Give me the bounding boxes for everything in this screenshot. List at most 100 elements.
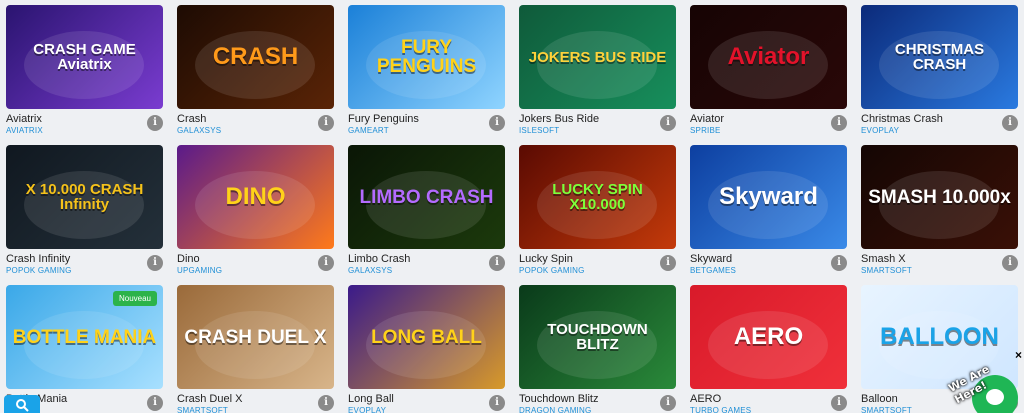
- game-provider[interactable]: ISLESOFT: [519, 126, 559, 135]
- game-card[interactable]: TOUCHDOWN BLITZ Touchdown Blitz DRAGON GAM…: [519, 285, 676, 413]
- info-icon[interactable]: i: [489, 395, 505, 411]
- info-icon[interactable]: i: [318, 115, 334, 131]
- game-name[interactable]: Touchdown Blitz: [519, 393, 599, 405]
- game-card[interactable]: SMASH 10.000x Smash X SMARTSOFT i: [861, 145, 1018, 285]
- game-provider[interactable]: SMARTSOFT: [177, 406, 228, 413]
- game-art-title: TOUCHDOWN BLITZ: [547, 321, 648, 353]
- game-meta: Aviatrix AVIATRIX i: [6, 109, 163, 139]
- game-thumbnail[interactable]: BOTTLE MANIA Nouveau: [6, 285, 163, 389]
- game-thumbnail[interactable]: CRASH: [177, 5, 334, 109]
- info-icon[interactable]: i: [660, 395, 676, 411]
- game-name[interactable]: Limbo Crash: [348, 253, 410, 265]
- info-icon[interactable]: i: [660, 255, 676, 271]
- game-thumbnail[interactable]: LIMBO CRASH: [348, 145, 505, 249]
- game-thumbnail[interactable]: JOKERS BUS RIDE: [519, 5, 676, 109]
- game-art-title: BOTTLE MANIA: [12, 326, 157, 348]
- info-icon[interactable]: i: [831, 255, 847, 271]
- game-meta: Lucky Spin POPOK GAMING i: [519, 249, 676, 279]
- game-card[interactable]: Skyward Skyward BETGAMES i: [690, 145, 847, 285]
- game-name[interactable]: Smash X: [861, 253, 906, 265]
- game-card[interactable]: LUCKY SPIN X10.000 Lucky Spin POPOK GAMING…: [519, 145, 676, 285]
- game-card[interactable]: CRASH DUEL X Crash Duel X SMARTSOFT i: [177, 285, 334, 413]
- game-name[interactable]: Long Ball: [348, 393, 394, 405]
- search-icon: [16, 399, 29, 412]
- game-card[interactable]: LONG BALL Long Ball EVOPLAY i: [348, 285, 505, 413]
- game-art-title: LONG BALL: [371, 326, 482, 348]
- game-name[interactable]: AERO: [690, 393, 721, 405]
- game-name[interactable]: Crash Duel X: [177, 393, 242, 405]
- game-thumbnail[interactable]: CRASH DUEL X: [177, 285, 334, 389]
- info-icon[interactable]: i: [147, 255, 163, 271]
- info-icon[interactable]: i: [489, 255, 505, 271]
- game-thumbnail[interactable]: SMASH 10.000x: [861, 145, 1018, 249]
- info-icon[interactable]: i: [318, 395, 334, 411]
- game-thumbnail[interactable]: Aviator: [690, 5, 847, 109]
- game-provider[interactable]: GALAXSYS: [177, 126, 221, 135]
- game-thumbnail[interactable]: TOUCHDOWN BLITZ: [519, 285, 676, 389]
- chat-widget[interactable]: × We Are Here!: [940, 348, 1024, 413]
- game-provider[interactable]: AVIATRIX: [6, 126, 43, 135]
- info-icon[interactable]: i: [147, 115, 163, 131]
- info-icon[interactable]: i: [489, 115, 505, 131]
- game-card[interactable]: CRASH GAME Aviatrix Aviatrix AVIATRIX i: [6, 5, 163, 145]
- game-provider[interactable]: UPGAMING: [177, 266, 222, 275]
- game-card[interactable]: LIMBO CRASH Limbo Crash GALAXSYS i: [348, 145, 505, 285]
- game-name[interactable]: Aviator: [690, 113, 724, 125]
- game-provider[interactable]: DRAGON GAMING: [519, 406, 591, 413]
- game-name[interactable]: Fury Penguins: [348, 113, 419, 125]
- game-art-title: CRASH DUEL X: [184, 326, 327, 348]
- game-art-title: LIMBO CRASH: [359, 186, 494, 208]
- game-name[interactable]: Crash Infinity: [6, 253, 70, 265]
- game-provider[interactable]: SMARTSOFT: [861, 266, 912, 275]
- game-thumbnail[interactable]: CRASH GAME Aviatrix: [6, 5, 163, 109]
- game-provider[interactable]: TURBO GAMES: [690, 406, 751, 413]
- game-card[interactable]: CHRISTMAS CRASH Christmas Crash EVOPLAY i: [861, 5, 1018, 145]
- game-thumbnail[interactable]: FURY PENGUINS: [348, 5, 505, 109]
- game-art-title: CHRISTMAS CRASH: [894, 41, 985, 73]
- game-card[interactable]: CRASH Crash GALAXSYS i: [177, 5, 334, 145]
- game-name[interactable]: Jokers Bus Ride: [519, 113, 599, 125]
- game-card[interactable]: Aviator Aviator SPRIBE i: [690, 5, 847, 145]
- game-card[interactable]: DINO Dino UPGAMING i: [177, 145, 334, 285]
- info-icon[interactable]: i: [318, 255, 334, 271]
- game-name[interactable]: Aviatrix: [6, 113, 42, 125]
- game-thumbnail[interactable]: Skyward: [690, 145, 847, 249]
- game-name[interactable]: Lucky Spin: [519, 253, 573, 265]
- game-provider[interactable]: GALAXSYS: [348, 266, 392, 275]
- game-row-3: BOTTLE MANIANouveauBottle Maniai CRASH D…: [6, 285, 1024, 413]
- game-card[interactable]: X 10.000 CRASH Infinity Crash Infinity POP…: [6, 145, 163, 285]
- info-icon[interactable]: i: [660, 115, 676, 131]
- game-meta: Long Ball EVOPLAY i: [348, 389, 505, 413]
- game-name[interactable]: Skyward: [690, 253, 732, 265]
- game-thumbnail[interactable]: LONG BALL: [348, 285, 505, 389]
- search-button[interactable]: [4, 395, 40, 413]
- info-icon[interactable]: i: [831, 395, 847, 411]
- game-thumbnail[interactable]: X 10.000 CRASH Infinity: [6, 145, 163, 249]
- game-art-title: JOKERS BUS RIDE: [528, 48, 667, 66]
- game-provider[interactable]: EVOPLAY: [861, 126, 899, 135]
- info-icon[interactable]: i: [831, 115, 847, 131]
- game-name[interactable]: Dino: [177, 253, 200, 265]
- info-icon[interactable]: i: [1002, 115, 1018, 131]
- game-provider[interactable]: POPOK GAMING: [6, 266, 72, 275]
- game-provider[interactable]: SMARTSOFT: [861, 406, 912, 413]
- info-icon[interactable]: i: [147, 395, 163, 411]
- game-provider[interactable]: BETGAMES: [690, 266, 736, 275]
- game-name[interactable]: Christmas Crash: [861, 113, 943, 125]
- game-provider[interactable]: POPOK GAMING: [519, 266, 585, 275]
- game-art-title: CRASH: [212, 43, 299, 70]
- game-thumbnail[interactable]: CHRISTMAS CRASH: [861, 5, 1018, 109]
- game-name[interactable]: Crash: [177, 113, 206, 125]
- game-thumbnail[interactable]: DINO: [177, 145, 334, 249]
- game-name[interactable]: Balloon: [861, 393, 898, 405]
- game-provider[interactable]: GAMEART: [348, 126, 389, 135]
- game-provider[interactable]: SPRIBE: [690, 126, 721, 135]
- game-card[interactable]: JOKERS BUS RIDE Jokers Bus Ride ISLESOFT i: [519, 5, 676, 145]
- info-icon[interactable]: i: [1002, 255, 1018, 271]
- game-card[interactable]: AERO AERO TURBO GAMES i: [690, 285, 847, 413]
- game-thumbnail[interactable]: AERO: [690, 285, 847, 389]
- game-card[interactable]: BOTTLE MANIANouveauBottle Maniai: [6, 285, 163, 413]
- game-provider[interactable]: EVOPLAY: [348, 406, 386, 413]
- game-card[interactable]: FURY PENGUINS Fury Penguins GAMEART i: [348, 5, 505, 145]
- game-thumbnail[interactable]: LUCKY SPIN X10.000: [519, 145, 676, 249]
